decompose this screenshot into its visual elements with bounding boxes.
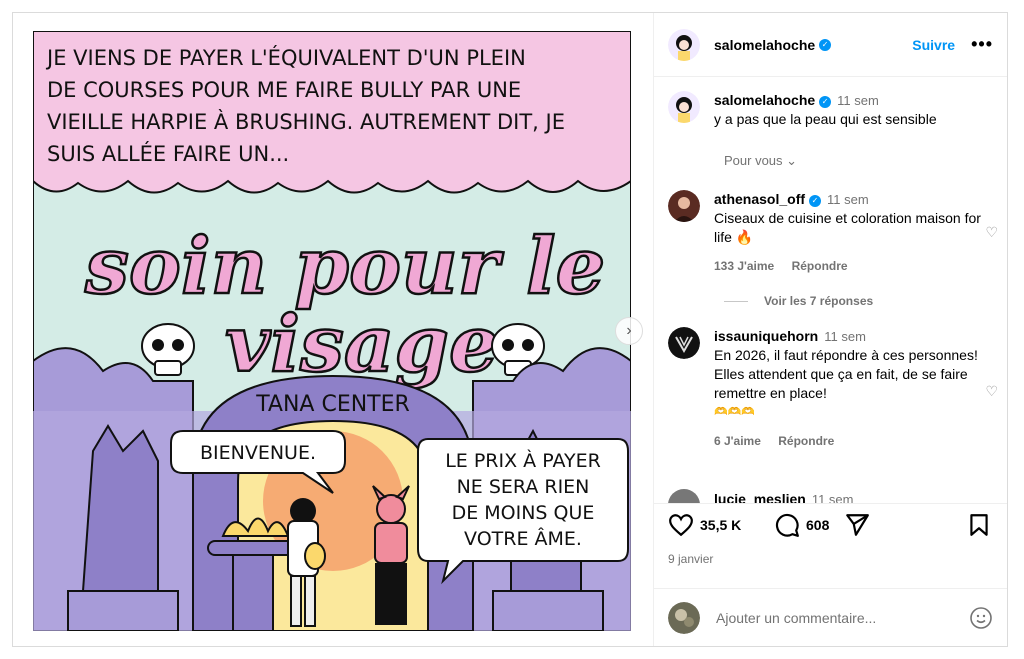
comment-time: 11 sem	[824, 329, 866, 344]
comment-action: 608	[774, 512, 829, 538]
comment-username[interactable]: lucie_meslien	[714, 491, 806, 503]
post-action-bar: 35,5 K 608 9 janvier	[654, 503, 1007, 583]
comic-text-line-4: SUIS ALLÉE FAIRE UN...	[47, 141, 289, 166]
speech-bubble-right-line-1: LE PRIX À PAYER	[445, 449, 601, 472]
comment-input[interactable]	[716, 609, 969, 626]
comic-image: JE VIENS DE PAYER L'ÉQUIVALENT D'UN PLEI…	[33, 31, 631, 631]
speech-bubble-right-line-3: DE MOINS QUE	[452, 502, 595, 524]
verified-icon: ✓	[819, 95, 832, 108]
comment-likes[interactable]: 6 J'aime	[714, 434, 761, 448]
post-image-panel: JE VIENS DE PAYER L'ÉQUIVALENT D'UN PLEI…	[13, 13, 654, 646]
carousel-next-button[interactable]: ›	[615, 317, 643, 345]
bookmark-icon[interactable]	[966, 512, 992, 538]
like-action: 35,5 K	[668, 512, 741, 538]
comic-text-line-2: DE COURSES POUR ME FAIRE BULLY PAR UNE	[47, 78, 521, 102]
comment-sort-dropdown[interactable]: Pour vous ⌄	[724, 153, 797, 169]
speech-bubble-right-line-4: VOTRE ÂME.	[464, 527, 582, 550]
verified-icon: ✓	[809, 194, 822, 207]
avatar[interactable]	[668, 28, 700, 61]
caption-username[interactable]: salomelahoche	[714, 92, 815, 108]
post-author-username[interactable]: salomelahoche	[714, 37, 815, 53]
avatar[interactable]	[668, 327, 700, 359]
comic-text-line-3: VIEILLE HARPIE À BRUSHING. AUTREMENT DIT…	[47, 109, 565, 134]
heart-icon[interactable]	[668, 512, 694, 538]
add-comment-bar	[654, 588, 1007, 646]
share-action	[844, 512, 876, 538]
comment-likes[interactable]: 133 J'aime	[714, 259, 774, 273]
post-modal: JE VIENS DE PAYER L'ÉQUIVALENT D'UN PLEI…	[12, 12, 1008, 647]
speech-bubble-right-line-2: NE SERA RIEN	[457, 476, 590, 498]
smiley-icon[interactable]	[969, 606, 993, 630]
heart-icon[interactable]: ♡	[985, 383, 998, 400]
heart-icon[interactable]: ♡	[985, 224, 998, 241]
comment-username[interactable]: issauniquehorn	[714, 328, 818, 344]
comment-icon[interactable]	[774, 512, 800, 538]
caption-time: 11 sem	[837, 93, 879, 108]
verified-icon: ✓	[819, 38, 832, 51]
view-replies-button[interactable]: Voir les 7 réponses	[724, 294, 873, 308]
comment-count[interactable]: 608	[806, 517, 829, 533]
reply-button[interactable]: Répondre	[778, 434, 834, 448]
comment-time: 11 sem	[811, 492, 854, 503]
comic-devil-figure	[372, 485, 410, 625]
comment-item: issauniquehorn 11 sem En 2026, il faut ré…	[668, 327, 998, 451]
speech-bubble-right: LE PRIX À PAYER NE SERA RIEN DE MOINS QU…	[417, 438, 629, 585]
chevron-right-icon: ›	[626, 322, 632, 339]
post-sidebar: salomelahoche ✓ Suivre ••• salomelahoche…	[654, 13, 1007, 646]
avatar[interactable]	[668, 190, 700, 222]
comment-item: lucie_meslien 11 sem	[668, 489, 998, 503]
reply-button[interactable]: Répondre	[792, 259, 848, 273]
like-count[interactable]: 35,5 K	[700, 517, 741, 533]
post-caption: salomelahoche ✓ 11 sem y a pas que la peau…	[668, 91, 998, 129]
comment-text: En 2026, il faut répondre à ces personne…	[714, 347, 978, 401]
avatar[interactable]	[668, 489, 700, 503]
avatar[interactable]	[668, 91, 700, 123]
comment-text: Ciseaux de cuisine et coloration maison …	[714, 210, 981, 245]
comment-emoji: 🫶🫶🫶	[714, 406, 756, 418]
send-icon[interactable]	[844, 512, 870, 538]
comic-text-line-1: JE VIENS DE PAYER L'ÉQUIVALENT D'UN PLEI…	[45, 45, 526, 70]
comment-item: athenasol_off ✓ 11 sem Ciseaux de cuisine …	[668, 190, 998, 276]
speech-bubble-left-text: BIENVENUE.	[200, 442, 316, 464]
comic-sign: TANA CENTER	[255, 392, 410, 417]
post-date: 9 janvier	[668, 552, 714, 566]
comment-time: 11 sem	[827, 192, 869, 207]
comment-username[interactable]: athenasol_off	[714, 191, 805, 207]
post-header: salomelahoche ✓ Suivre •••	[654, 13, 1007, 77]
more-options-icon[interactable]: •••	[971, 34, 993, 55]
avatar	[668, 601, 700, 634]
follow-button[interactable]: Suivre	[912, 37, 955, 53]
save-action	[966, 512, 998, 538]
caption-text: y a pas que la peau qui est sensible	[714, 111, 937, 127]
